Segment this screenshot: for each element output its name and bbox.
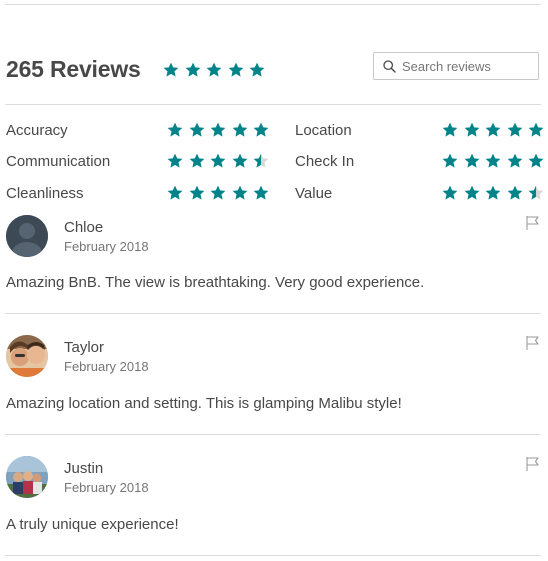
star-icon <box>464 153 479 168</box>
star-icon <box>464 122 479 137</box>
star-icon <box>189 153 204 168</box>
flag-icon[interactable] <box>525 456 541 472</box>
avatar[interactable] <box>6 215 48 257</box>
reviews-count-title: 265 Reviews <box>6 56 141 82</box>
star-icon <box>528 153 544 168</box>
reviewer-name[interactable]: Chloe <box>64 219 103 236</box>
star-icon <box>507 185 522 200</box>
search-reviews-input[interactable] <box>402 58 532 74</box>
category-label-location: Location <box>295 122 352 139</box>
review-text: Amazing location and setting. This is gl… <box>6 395 402 412</box>
review-text: Amazing BnB. The view is breathtaking. V… <box>6 274 425 291</box>
star-icon <box>185 62 200 77</box>
star-icon <box>206 62 222 77</box>
star-icon <box>442 122 458 137</box>
star-icon <box>528 122 544 137</box>
flag-icon[interactable] <box>525 335 541 351</box>
category-stars-value <box>442 185 544 201</box>
flag-icon[interactable] <box>525 215 541 231</box>
avatar[interactable] <box>6 335 48 377</box>
header-divider <box>5 104 541 105</box>
category-label-communication: Communication <box>6 153 111 170</box>
couple-photo <box>6 335 48 377</box>
star-icon <box>485 153 501 168</box>
star-icon <box>189 185 204 200</box>
star-icon <box>210 153 226 168</box>
review-divider <box>5 313 541 314</box>
star-icon <box>163 62 179 77</box>
review-text: A truly unique experience! <box>6 516 179 533</box>
star-icon <box>253 185 269 200</box>
review-divider <box>5 555 541 556</box>
review-date: February 2018 <box>64 359 149 374</box>
review-date: February 2018 <box>64 480 149 495</box>
star-icon <box>442 185 458 200</box>
category-stars-communication <box>167 153 269 169</box>
category-stars-location <box>442 122 544 138</box>
star-icon <box>442 153 458 168</box>
category-label-value: Value <box>295 185 333 202</box>
star-icon <box>210 185 226 200</box>
star-icon <box>232 122 247 137</box>
overall-rating-stars <box>163 62 265 78</box>
category-label-accuracy: Accuracy <box>6 122 68 139</box>
star-icon <box>232 185 247 200</box>
star-icon <box>507 153 522 168</box>
star-icon <box>189 122 204 137</box>
search-reviews-box[interactable] <box>373 52 539 80</box>
star-icon <box>167 122 183 137</box>
reviewer-name[interactable]: Taylor <box>64 339 104 356</box>
star-icon <box>210 122 226 137</box>
top-divider <box>5 4 541 5</box>
star-icon <box>228 62 243 77</box>
search-icon <box>383 59 396 73</box>
avatar[interactable] <box>6 456 48 498</box>
category-stars-check-in <box>442 153 544 169</box>
review-divider <box>5 434 541 435</box>
group-photo <box>6 456 48 498</box>
star-icon <box>249 62 265 77</box>
star-icon <box>167 185 183 200</box>
star-icon <box>485 185 501 200</box>
star-icon <box>507 122 522 137</box>
star-icon <box>485 122 501 137</box>
star-icon <box>253 153 269 168</box>
star-icon <box>528 185 544 200</box>
reviewer-name[interactable]: Justin <box>64 460 103 477</box>
category-label-cleanliness: Cleanliness <box>6 185 84 202</box>
category-label-check-in: Check In <box>295 153 355 170</box>
review-date: February 2018 <box>64 239 149 254</box>
star-icon <box>464 185 479 200</box>
category-stars-accuracy <box>167 122 269 138</box>
star-icon <box>232 153 247 168</box>
default-avatar-icon <box>6 215 48 257</box>
category-stars-cleanliness <box>167 185 269 201</box>
star-icon <box>253 122 269 137</box>
star-icon <box>167 153 183 168</box>
